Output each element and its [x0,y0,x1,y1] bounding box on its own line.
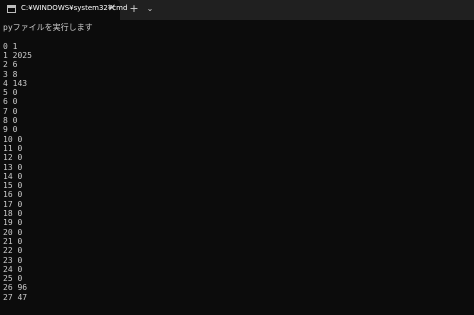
console-output[interactable]: pyファイルを実行します 0 11 2025 2 63 84 143 5 06 07 … [0,20,474,315]
title-bar: C:¥WINDOWS¥system32¥cmd ✕ + ⌄ [0,0,474,20]
console-line: 22 0 [3,246,23,256]
console-line: 15 0 [3,181,23,191]
console-line: 19 0 [3,218,23,228]
terminal-icon [7,5,16,13]
console-line: 5 0 [3,88,18,98]
console-line: 0 1 [3,41,18,51]
console-line: 6 0 [3,97,18,107]
console-line: 20 0 [3,227,23,237]
console-line: 2 6 [3,60,18,70]
console-line: 23 0 [3,255,23,265]
console-line: 9 0 [3,125,18,135]
console-line: 24 0 [3,264,23,274]
console-line: 26 96 [3,283,28,293]
console-line: 14 0 [3,171,23,181]
terminal-tab[interactable]: C:¥WINDOWS¥system32¥cmd ✕ [0,0,127,20]
console-line: 4 143 [3,78,28,88]
console-line: pyファイルを実行します [3,23,93,32]
console-line: 13 0 [3,162,23,172]
close-tab-icon[interactable]: ✕ [106,2,118,16]
console-line: 21 0 [3,236,23,246]
console-line: 18 0 [3,209,23,218]
console-line: 8 0 [3,116,18,125]
console-line: 3 8 [3,69,18,79]
console-line: 16 0 [3,190,23,200]
console-line: 12 0 [3,153,23,163]
console-line: 11 0 [3,143,23,153]
console-line: 1 2025 [3,50,32,60]
tab-dropdown-button[interactable]: ⌄ [144,2,156,16]
console-line: 25 0 [3,274,23,284]
console-line: 17 0 [3,199,23,209]
console-line: 27 47 [3,292,28,302]
console-line: 7 0 [3,106,18,116]
new-tab-button[interactable]: + [128,2,140,16]
console-line: 10 0 [3,134,23,144]
